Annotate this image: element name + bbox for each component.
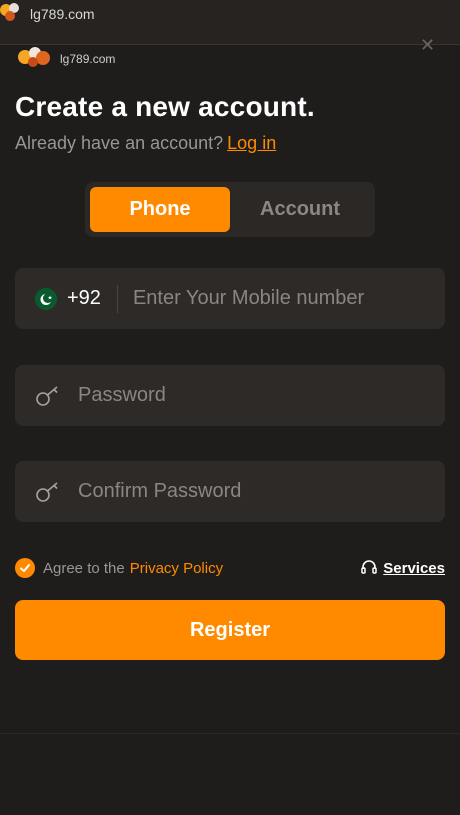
password-field — [15, 365, 445, 426]
login-prompt-text: Already have an account? — [15, 133, 224, 153]
brand-logo-icon — [18, 47, 50, 67]
agree-checkbox[interactable] — [15, 558, 35, 578]
confirm-password-input[interactable] — [78, 461, 445, 522]
field-divider — [116, 284, 118, 313]
privacy-policy-link[interactable]: Privacy Policy — [130, 560, 223, 577]
register-button[interactable]: Register — [15, 600, 445, 660]
signup-method-tabs: Phone Account — [85, 182, 375, 237]
pakistan-flag-icon[interactable] — [35, 287, 57, 310]
services-label: Services — [383, 559, 445, 577]
tab-account[interactable]: Account — [230, 187, 370, 232]
page-title: Create a new account. — [15, 91, 315, 122]
register-sheet: lg789.com ✕ Create a new account. Alread… — [0, 39, 460, 815]
browser-domain: lg789.com — [30, 6, 95, 22]
confirm-password-field — [15, 461, 445, 522]
site-logo-icon — [0, 3, 19, 21]
tab-phone[interactable]: Phone — [90, 187, 230, 232]
browser-top-bar: lg789.com — [0, 0, 460, 45]
checkmark-icon — [20, 564, 30, 572]
login-prompt: Already have an account? Log in — [15, 133, 276, 154]
phone-field: +92 — [15, 268, 445, 329]
close-icon[interactable]: ✕ — [420, 39, 442, 51]
divider — [0, 733, 460, 734]
key-icon — [36, 481, 58, 502]
brand-domain: lg789.com — [60, 52, 116, 66]
services-link[interactable]: Services — [360, 557, 445, 579]
headset-icon — [361, 560, 378, 574]
country-code[interactable]: +92 — [67, 287, 101, 310]
key-icon — [36, 385, 58, 406]
agree-text: Agree to the — [43, 559, 125, 577]
mobile-number-input[interactable] — [132, 268, 445, 329]
login-link[interactable]: Log in — [227, 133, 276, 153]
password-input[interactable] — [78, 365, 445, 426]
agree-row: Agree to the Privacy Policy — [15, 557, 223, 579]
